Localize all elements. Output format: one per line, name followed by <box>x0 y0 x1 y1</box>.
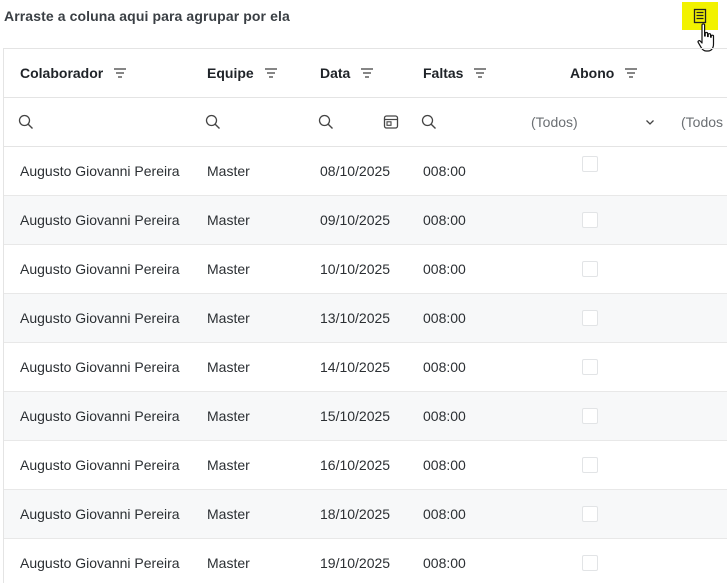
cell-faltas: 008:00 <box>423 408 466 424</box>
filter-row: (Todos) (Todos <box>4 98 727 147</box>
cell-equipe: Master <box>207 457 250 473</box>
table-row[interactable]: Augusto Giovanni Pereira Master 19/10/20… <box>4 539 727 583</box>
table-row[interactable]: Augusto Giovanni Pereira Master 13/10/20… <box>4 294 727 343</box>
filter-colaborador[interactable] <box>18 98 34 146</box>
filter-equipe[interactable] <box>205 98 221 146</box>
calendar-button[interactable] <box>383 98 399 146</box>
data-grid: Colaborador Equipe Data Faltas Abono (To… <box>3 48 727 583</box>
abono-checkbox[interactable] <box>582 212 598 228</box>
table-row[interactable]: Augusto Giovanni Pereira Master 16/10/20… <box>4 441 727 490</box>
cell-colaborador: Augusto Giovanni Pereira <box>20 310 180 326</box>
filter-faltas[interactable] <box>421 98 437 146</box>
cell-colaborador: Augusto Giovanni Pereira <box>20 212 180 228</box>
cell-equipe: Master <box>207 310 250 326</box>
column-header-label: Colaborador <box>20 65 104 81</box>
cell-data: 18/10/2025 <box>320 506 391 522</box>
abono-checkbox[interactable] <box>582 156 598 172</box>
cell-faltas: 008:00 <box>423 506 466 522</box>
header-row: Colaborador Equipe Data Faltas Abono <box>4 49 727 98</box>
search-icon[interactable] <box>318 114 334 130</box>
column-header-label: Data <box>320 65 351 81</box>
cell-data: 19/10/2025 <box>320 555 391 571</box>
group-panel-hint: Arraste a coluna aqui para agrupar por e… <box>4 8 290 24</box>
column-header-equipe[interactable]: Equipe <box>207 49 278 97</box>
cell-faltas: 008:00 <box>423 310 466 326</box>
next-filter-value: (Todos <box>681 114 724 130</box>
cell-data: 16/10/2025 <box>320 457 391 473</box>
abono-checkbox[interactable] <box>582 506 598 522</box>
abono-checkbox[interactable] <box>582 408 598 424</box>
search-icon[interactable] <box>205 114 221 130</box>
cell-data: 15/10/2025 <box>320 408 391 424</box>
filter-data[interactable] <box>318 98 334 146</box>
abono-checkbox[interactable] <box>582 310 598 326</box>
column-header-abono[interactable]: Abono <box>570 49 638 97</box>
cell-faltas: 008:00 <box>423 261 466 277</box>
filter-lines-icon[interactable] <box>113 67 127 79</box>
table-row[interactable]: Augusto Giovanni Pereira Master 14/10/20… <box>4 343 727 392</box>
filter-lines-icon[interactable] <box>473 67 487 79</box>
cell-equipe: Master <box>207 408 250 424</box>
table-row[interactable]: Augusto Giovanni Pereira Master 15/10/20… <box>4 392 727 441</box>
table-row[interactable]: Augusto Giovanni Pereira Master 10/10/20… <box>4 245 727 294</box>
column-header-faltas[interactable]: Faltas <box>423 49 487 97</box>
cell-colaborador: Augusto Giovanni Pereira <box>20 163 180 179</box>
cell-data: 09/10/2025 <box>320 212 391 228</box>
group-panel: Arraste a coluna aqui para agrupar por e… <box>0 0 727 52</box>
abono-checkbox[interactable] <box>582 359 598 375</box>
cell-equipe: Master <box>207 359 250 375</box>
cell-colaborador: Augusto Giovanni Pereira <box>20 261 180 277</box>
cell-faltas: 008:00 <box>423 359 466 375</box>
search-icon[interactable] <box>18 114 34 130</box>
filter-lines-icon[interactable] <box>624 67 638 79</box>
column-header-colaborador[interactable]: Colaborador <box>20 49 127 97</box>
column-chooser-icon <box>692 8 708 24</box>
cell-colaborador: Augusto Giovanni Pereira <box>20 555 180 571</box>
cell-data: 13/10/2025 <box>320 310 391 326</box>
table-row[interactable]: Augusto Giovanni Pereira Master 08/10/20… <box>4 147 727 196</box>
chevron-down-icon <box>644 116 656 128</box>
cell-colaborador: Augusto Giovanni Pereira <box>20 359 180 375</box>
column-header-data[interactable]: Data <box>320 49 374 97</box>
cell-data: 10/10/2025 <box>320 261 391 277</box>
filter-lines-icon[interactable] <box>264 67 278 79</box>
abono-checkbox[interactable] <box>582 555 598 571</box>
abono-filter-select[interactable]: (Todos) <box>531 98 661 146</box>
abono-filter-value: (Todos) <box>531 114 578 130</box>
cell-data: 14/10/2025 <box>320 359 391 375</box>
filter-lines-icon[interactable] <box>360 67 374 79</box>
table-row[interactable]: Augusto Giovanni Pereira Master 18/10/20… <box>4 490 727 539</box>
search-icon[interactable] <box>421 114 437 130</box>
abono-checkbox[interactable] <box>582 457 598 473</box>
cell-equipe: Master <box>207 163 250 179</box>
column-chooser-button[interactable] <box>682 2 718 30</box>
calendar-icon <box>383 114 399 130</box>
cell-faltas: 008:00 <box>423 163 466 179</box>
cell-data: 08/10/2025 <box>320 163 391 179</box>
column-header-label: Abono <box>570 65 615 81</box>
cell-faltas: 008:00 <box>423 555 466 571</box>
column-header-label: Equipe <box>207 65 254 81</box>
next-filter-select[interactable]: (Todos <box>681 98 723 146</box>
column-header-label: Faltas <box>423 65 464 81</box>
cell-equipe: Master <box>207 555 250 571</box>
cell-equipe: Master <box>207 212 250 228</box>
cell-equipe: Master <box>207 506 250 522</box>
cell-equipe: Master <box>207 261 250 277</box>
cell-faltas: 008:00 <box>423 212 466 228</box>
cell-colaborador: Augusto Giovanni Pereira <box>20 506 180 522</box>
cell-colaborador: Augusto Giovanni Pereira <box>20 457 180 473</box>
cell-faltas: 008:00 <box>423 457 466 473</box>
abono-checkbox[interactable] <box>582 261 598 277</box>
table-row[interactable]: Augusto Giovanni Pereira Master 09/10/20… <box>4 196 727 245</box>
cell-colaborador: Augusto Giovanni Pereira <box>20 408 180 424</box>
